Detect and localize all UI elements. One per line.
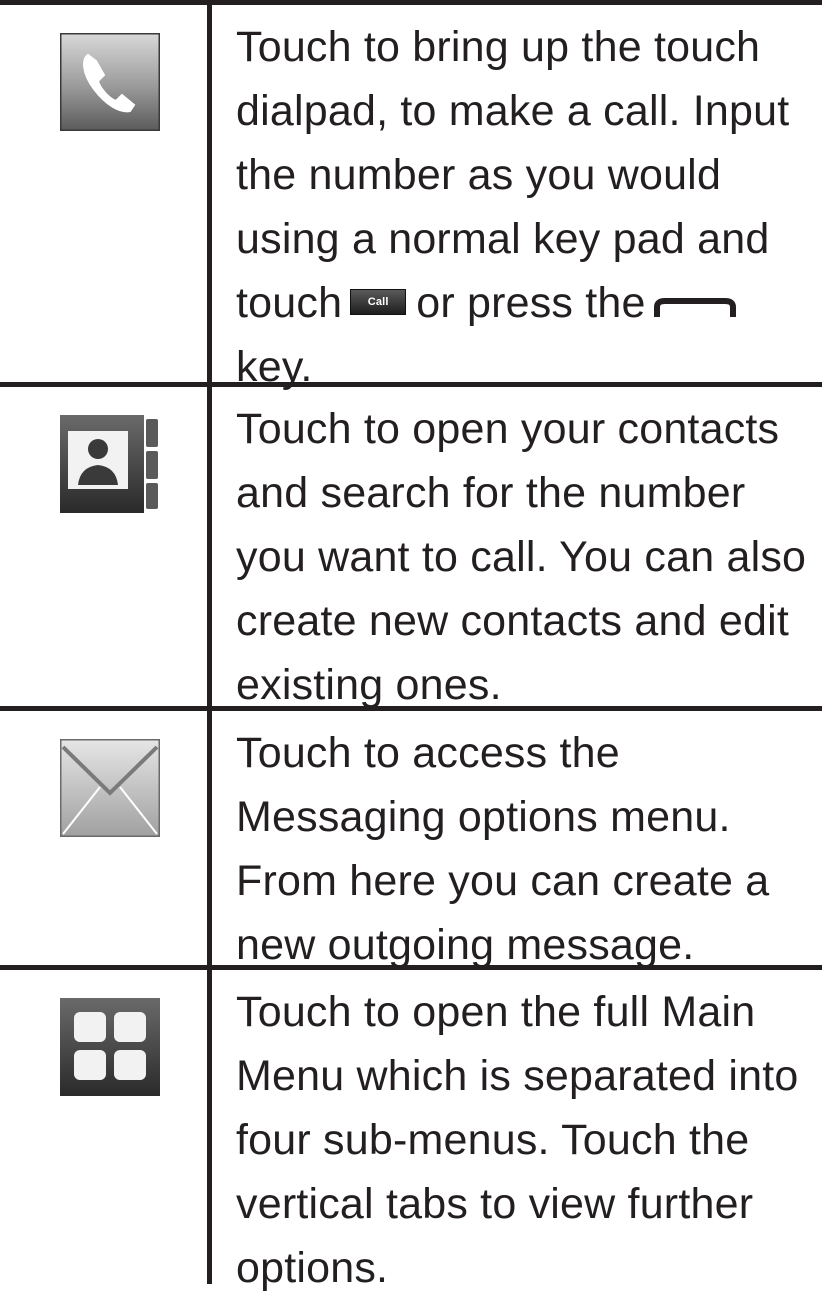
- row-description: Touch to open the full Main Menu which i…: [236, 980, 812, 1300]
- description-line: vertical tabs to view further: [236, 1180, 754, 1228]
- description-line: four sub-menus. Touch the: [236, 1116, 750, 1164]
- description-line: you want to call. You can also: [236, 533, 807, 581]
- description-text: touch: [236, 279, 343, 327]
- description-line: Touch to open the full Main: [236, 988, 756, 1036]
- description-line: dialpad, to make a call. Input: [236, 87, 790, 135]
- contacts-book-icon[interactable]: [60, 415, 160, 513]
- row-description: Touch to bring up the touch dialpad, to …: [236, 15, 812, 399]
- row-description: Touch to access the Messaging options me…: [236, 721, 812, 977]
- description-line: existing ones.: [236, 661, 502, 709]
- description-text: or press the: [416, 279, 646, 327]
- description-line: Menu which is separated into: [236, 1052, 799, 1100]
- description-line: using a normal key pad and: [236, 215, 770, 263]
- icon-cell: [0, 387, 210, 706]
- table-row-dialpad: Touch to bring up the touch dialpad, to …: [0, 5, 822, 391]
- feature-table: Touch to bring up the touch dialpad, to …: [0, 0, 822, 1292]
- description-line: Messaging options menu.: [236, 793, 731, 841]
- icon-cell: [0, 970, 210, 1284]
- icon-cell: [0, 5, 210, 382]
- description-line: Touch to open your contacts: [236, 405, 780, 453]
- description-line: create new contacts and edit: [236, 597, 789, 645]
- table-row-contacts: Touch to open your contacts and search f…: [0, 387, 822, 709]
- description-line: Touch to access the: [236, 729, 620, 777]
- description-line-with-icons: touch Call or press the: [236, 271, 812, 335]
- main-menu-grid-icon[interactable]: [60, 998, 160, 1096]
- description-line: Touch to bring up the touch: [236, 23, 761, 71]
- description-line: options.: [236, 1244, 389, 1292]
- send-key-icon: [653, 297, 736, 318]
- envelope-icon[interactable]: [60, 739, 160, 837]
- phone-icon[interactable]: [60, 33, 160, 131]
- icon-cell: [0, 711, 210, 965]
- description-line: the number as you would: [236, 151, 722, 199]
- call-button-icon: Call: [350, 288, 407, 315]
- table-row-main-menu: Touch to open the full Main Menu which i…: [0, 970, 822, 1292]
- table-row-messaging: Touch to access the Messaging options me…: [0, 711, 822, 969]
- description-line: new outgoing message.: [236, 921, 695, 969]
- description-line: From here you can create a: [236, 857, 770, 905]
- description-line: and search for the number: [236, 469, 746, 517]
- row-description: Touch to open your contacts and search f…: [236, 397, 812, 717]
